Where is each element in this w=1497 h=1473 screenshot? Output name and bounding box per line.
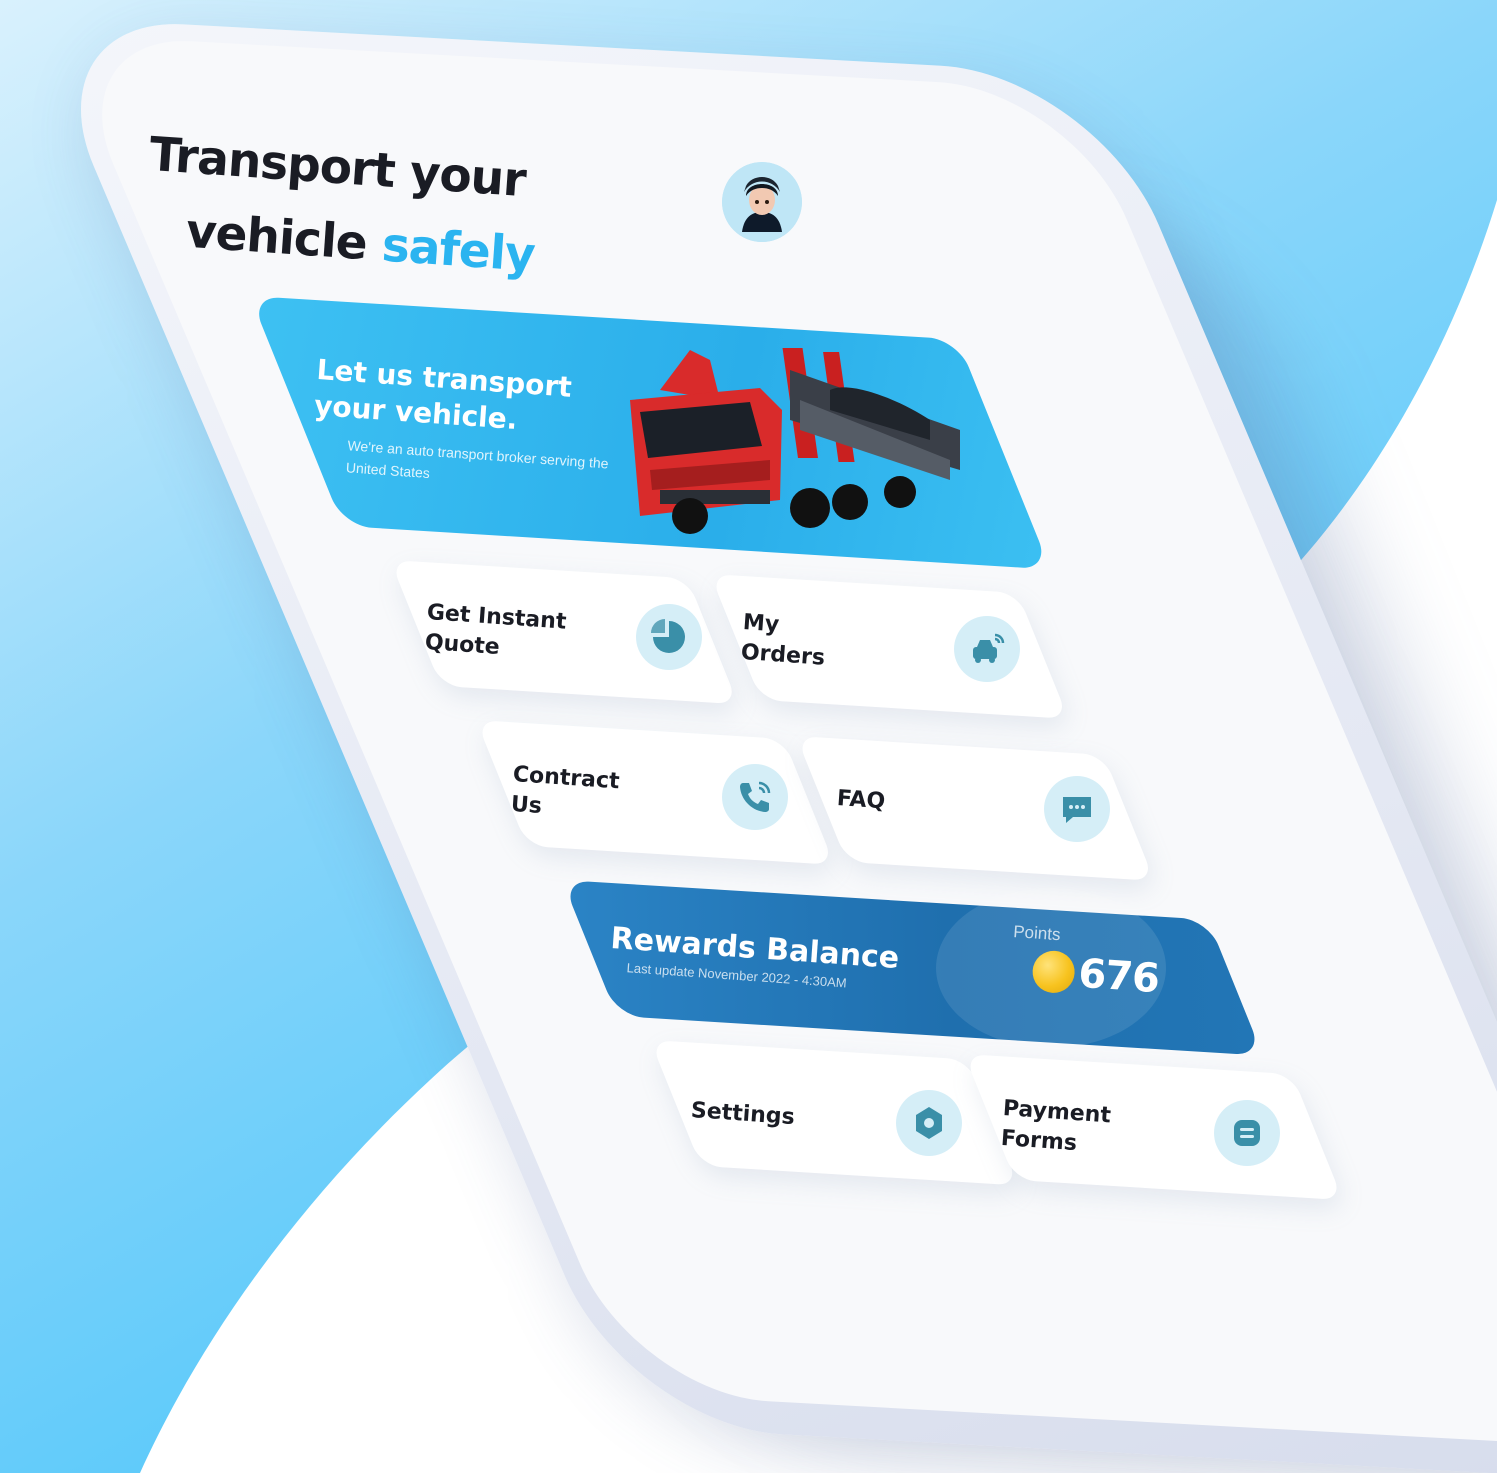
tile-label-faq: FAQ (836, 785, 886, 815)
coin-icon (1031, 949, 1077, 995)
car-signal-icon (954, 616, 1020, 682)
avatar[interactable] (722, 162, 802, 242)
points-block: Points 676 (1009, 922, 1162, 1002)
tile-label-my-orders: My Orders (740, 609, 826, 671)
title-plain: vehicle (184, 203, 369, 272)
points-row: 676 (1031, 947, 1160, 1002)
phone-call-icon (722, 764, 788, 830)
user-avatar-icon (722, 162, 802, 242)
card-icon (1214, 1100, 1280, 1166)
screen-content: Transport your vehicle safely Let us tra… (0, 0, 1497, 1473)
tile-label-payment-forms: Payment Forms (1000, 1095, 1112, 1157)
app-showcase: Transport your vehicle safely Let us tra… (0, 0, 1497, 1473)
hero-text: Let us transport your vehicle. We're an … (309, 352, 633, 498)
page-title: Transport your vehicle safely (142, 118, 621, 298)
chat-bubble-icon (1044, 776, 1110, 842)
gear-icon (896, 1090, 962, 1156)
tile-label-get-instant-quote: Get Instant Quote (424, 599, 568, 661)
car-carrier-truck-image (630, 348, 960, 534)
tile-label-contract-us: Contract Us (510, 761, 621, 820)
quote-pie-icon (636, 604, 702, 670)
points-value: 676 (1076, 950, 1161, 1003)
title-accent: safely (380, 217, 537, 283)
